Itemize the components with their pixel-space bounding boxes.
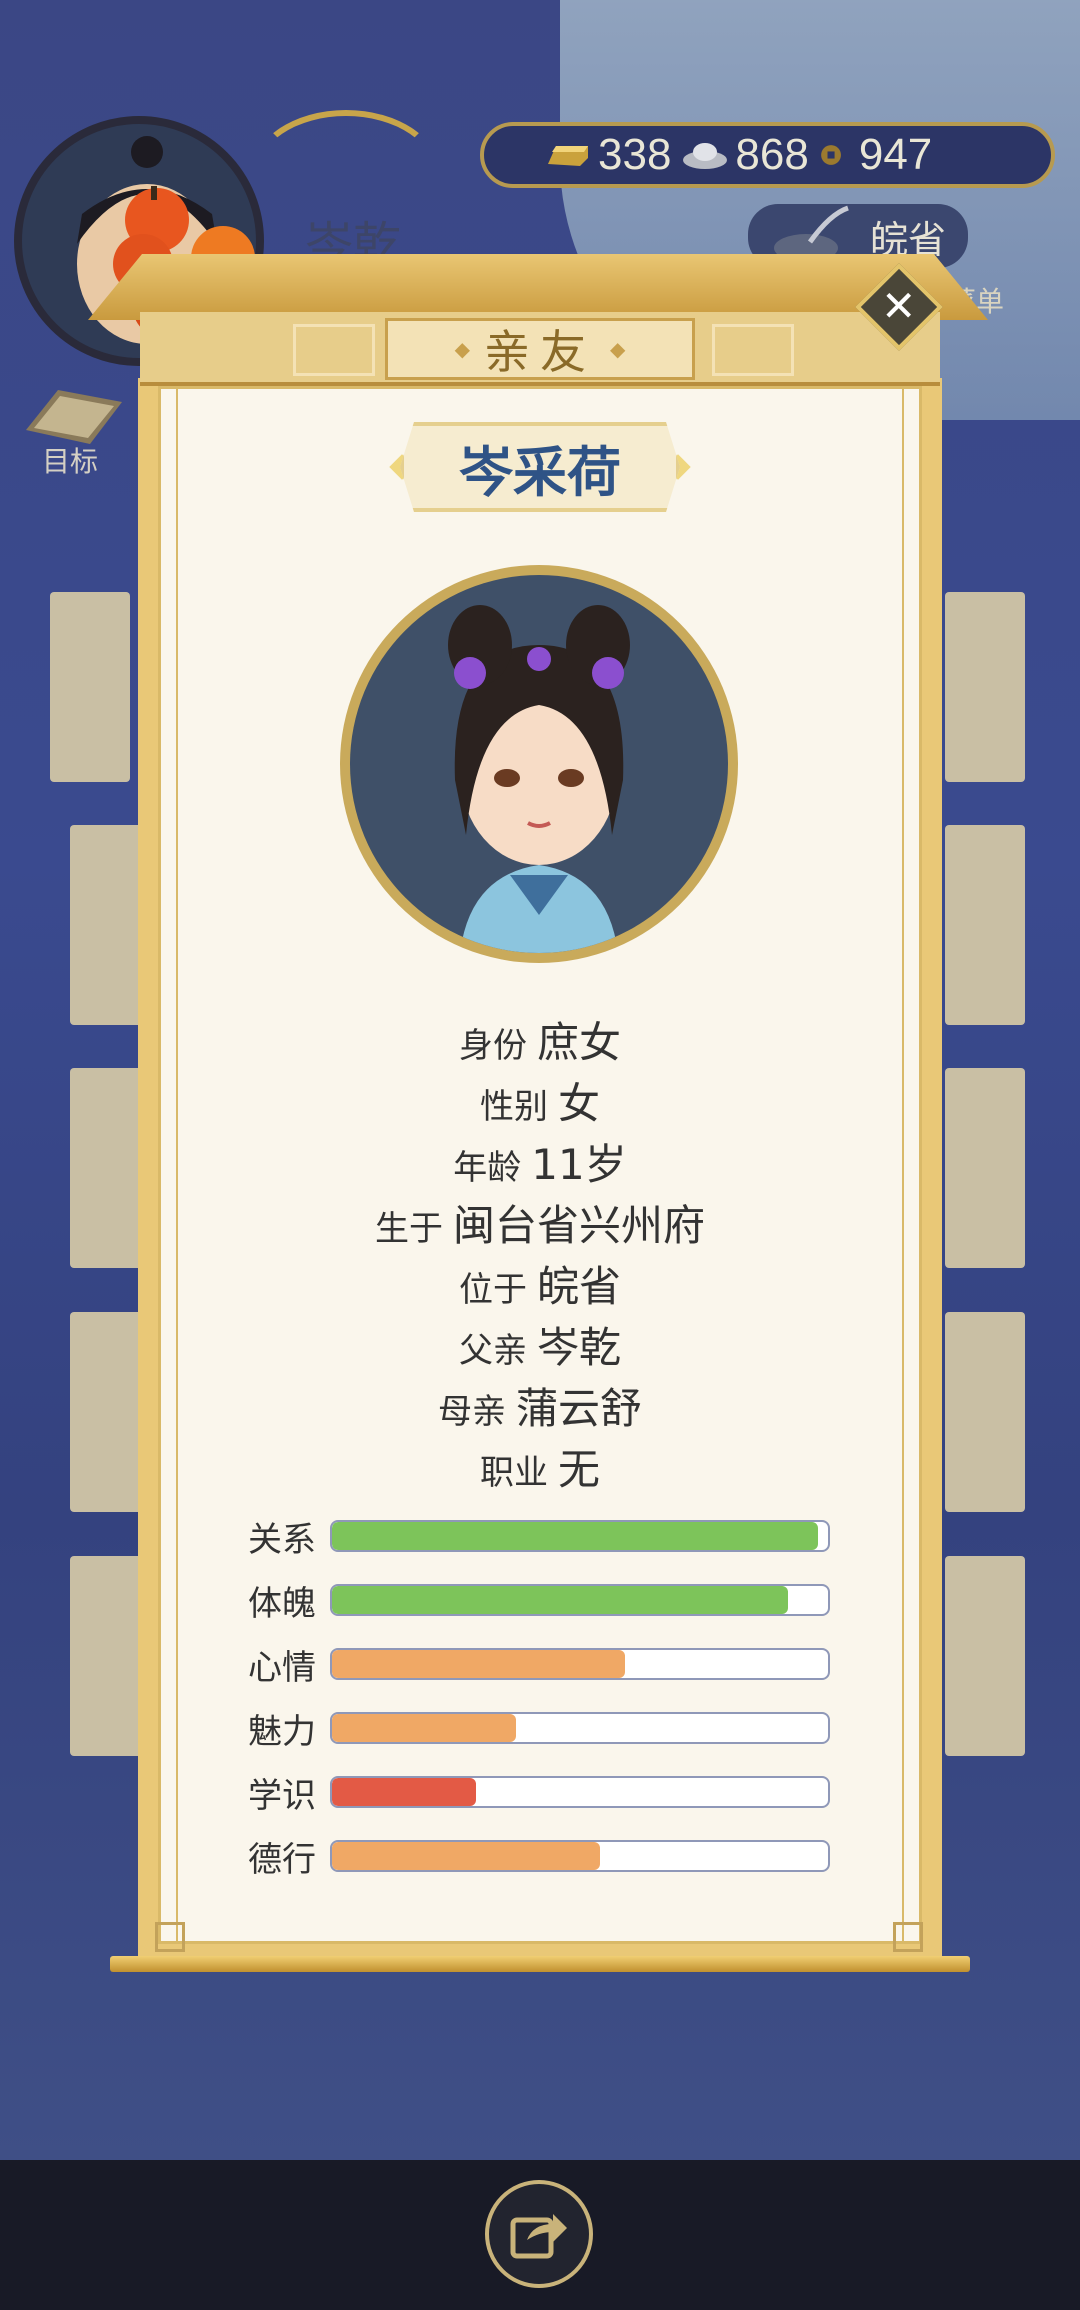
- background-card: [50, 592, 130, 782]
- stat-fill: [332, 1586, 789, 1614]
- stat-mood: 心情: [248, 1646, 838, 1688]
- share-arrow-icon: [510, 2214, 567, 2259]
- stat-track: [330, 1776, 830, 1808]
- stat-label: 体魄: [248, 1583, 316, 1624]
- close-icon: ✕: [881, 281, 917, 331]
- info-value: 岑乾: [536, 1323, 621, 1372]
- goal-label: 目标: [42, 445, 99, 478]
- stat-label: 学识: [248, 1775, 316, 1816]
- silver-ingot-icon: [683, 143, 728, 169]
- background-card: [945, 592, 1025, 782]
- info-key: 母亲: [437, 1392, 506, 1432]
- stat-relationship: 关系: [248, 1518, 838, 1560]
- copper-amount: 947: [858, 130, 933, 179]
- header-ornament: [293, 324, 375, 376]
- info-value: 11岁: [531, 1140, 627, 1189]
- character-portrait-icon: [448, 605, 630, 953]
- info-row-age: 年龄 11岁: [0, 1134, 1080, 1195]
- info-row-identity: 身份 庶女: [0, 1012, 1080, 1073]
- stat-fill: [332, 1650, 625, 1678]
- character-info-list: 身份 庶女 性别女 年龄 11岁 生于 闽台省兴州府 位于 皖省 父亲 岑乾 母亲 蒲云舒 …: [0, 1012, 1080, 1500]
- dialog-title-text: 亲友: [484, 325, 596, 379]
- portrait-backdrop: [350, 575, 728, 953]
- info-row-location: 位于 皖省: [0, 1256, 1080, 1317]
- stat-physique: 体魄: [248, 1582, 838, 1624]
- stat-track: [330, 1840, 830, 1872]
- info-value: 庶女: [536, 1018, 621, 1067]
- silver-resource[interactable]: 868: [681, 130, 809, 180]
- gold-amount: 338: [598, 130, 672, 179]
- title-dot-icon: ◆: [454, 337, 470, 361]
- character-name-text: 岑采荷: [459, 439, 621, 504]
- info-row-gender: 性别女: [0, 1073, 1080, 1134]
- stat-label: 魅力: [248, 1711, 316, 1752]
- stat-track: [330, 1584, 830, 1616]
- stat-fill: [332, 1522, 819, 1550]
- share-button[interactable]: [485, 2180, 593, 2288]
- gold-ingot-icon: [548, 146, 588, 166]
- frame-corner: [155, 1922, 185, 1952]
- stat-fill: [332, 1778, 476, 1806]
- info-row-occupation: 职业无: [0, 1439, 1080, 1500]
- copper-resource[interactable]: 947: [819, 130, 932, 180]
- silver-amount: 868: [735, 130, 809, 179]
- stat-virtue: 德行: [248, 1838, 838, 1880]
- info-value: 女: [557, 1079, 600, 1128]
- stat-track: [330, 1712, 830, 1744]
- character-name: 岑采荷: [400, 422, 680, 512]
- stat-knowledge: 学识: [248, 1774, 838, 1816]
- info-row-mother: 母亲 蒲云舒: [0, 1378, 1080, 1439]
- frame-corner: [893, 1922, 923, 1952]
- stat-label: 德行: [248, 1839, 316, 1880]
- info-value: 无: [557, 1445, 600, 1494]
- info-key: 年龄: [453, 1148, 522, 1188]
- info-row-father: 父亲 岑乾: [0, 1317, 1080, 1378]
- stat-fill: [332, 1714, 516, 1742]
- info-key: 性别: [479, 1087, 548, 1127]
- stat-label: 心情: [248, 1647, 316, 1688]
- dialog-bottom-rod: [110, 1956, 970, 1972]
- info-key: 生于: [374, 1209, 443, 1249]
- info-key: 职业: [479, 1453, 548, 1493]
- info-value: 蒲云舒: [515, 1384, 642, 1433]
- stat-fill: [332, 1842, 600, 1870]
- title-dot-icon: ◆: [610, 337, 626, 361]
- dialog-header-roof: [88, 254, 988, 320]
- header-ornament: [712, 324, 794, 376]
- dialog-title: ◆ 亲友 ◆: [385, 318, 695, 380]
- info-row-birthplace: 生于 闽台省兴州府: [0, 1195, 1080, 1256]
- stat-track: [330, 1648, 830, 1680]
- stat-label: 关系: [248, 1519, 316, 1560]
- info-key: 位于: [458, 1270, 527, 1310]
- gold-resource[interactable]: 338: [544, 130, 671, 180]
- background-card: [945, 825, 1025, 1025]
- background-card: [945, 1556, 1025, 1756]
- info-value: 闽台省兴州府: [452, 1201, 705, 1250]
- stat-charm: 魅力: [248, 1710, 838, 1752]
- character-portrait: [340, 565, 738, 963]
- info-key: 身份: [458, 1026, 527, 1066]
- info-value: 皖省: [536, 1262, 621, 1311]
- info-key: 父亲: [458, 1331, 527, 1371]
- copper-coin-icon: [820, 145, 841, 165]
- resource-bar: 338 868 947: [480, 122, 1055, 188]
- stat-track: [330, 1520, 830, 1552]
